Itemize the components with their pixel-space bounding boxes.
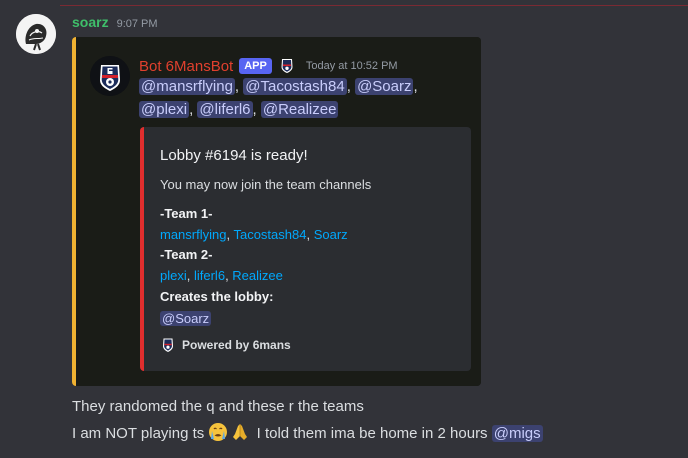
- message-header: soarz 9:07 PM: [72, 14, 158, 34]
- user-mention[interactable]: @Soarz: [355, 78, 414, 95]
- mentions-line-1: @mansrflying, @Tacostash84, @Soarz,: [139, 76, 418, 98]
- bot-message-timestamp[interactable]: Today at 10:52 PM: [306, 60, 398, 72]
- player-link[interactable]: Tacostash84: [233, 227, 306, 242]
- separator: ,: [346, 78, 351, 95]
- bot-avatar[interactable]: [90, 56, 130, 96]
- separator: ,: [252, 101, 257, 118]
- player-link[interactable]: plexi: [160, 268, 187, 283]
- bot-name[interactable]: Bot 6MansBot: [139, 58, 233, 75]
- message-text-line-2: I am NOT playing ts I told them ima be h…: [72, 422, 543, 445]
- footer-text: Powered by 6mans: [182, 338, 291, 352]
- user-mention[interactable]: @mansrflying: [139, 78, 235, 95]
- app-badge: APP: [239, 58, 272, 74]
- creator-mention[interactable]: @Soarz: [160, 311, 212, 326]
- message-text-part: I am NOT playing ts: [72, 425, 209, 442]
- team2-players: plexi, liferl6, Realizee: [160, 268, 283, 283]
- user-mention[interactable]: @liferl6: [197, 101, 253, 118]
- six-mans-logo-icon: [90, 56, 130, 96]
- message-text-part: I told them ima be home in 2 hours: [252, 425, 492, 442]
- user-avatar-image: [16, 14, 56, 54]
- user-mention[interactable]: @Tacostash84: [243, 78, 347, 95]
- player-link[interactable]: Realizee: [232, 268, 283, 283]
- player-link[interactable]: liferl6: [194, 268, 225, 283]
- folded-hands-icon[interactable]: [230, 422, 250, 442]
- six-mans-badge-icon: [281, 59, 293, 73]
- mentions-line-2: @plexi, @liferl6, @Realizee: [139, 99, 339, 121]
- user-avatar[interactable]: [16, 14, 56, 54]
- player-link[interactable]: Soarz: [314, 227, 348, 242]
- team1-players: mansrflying, Tacostash84, Soarz: [160, 227, 348, 242]
- forwarded-message[interactable]: Bot 6MansBot APP Today at 10:52 PM @mans…: [72, 37, 481, 386]
- team2-label: -Team 2-: [160, 247, 213, 262]
- user-mention[interactable]: @migs: [491, 425, 543, 442]
- lobby-embed: Lobby #6194 is ready! You may now join t…: [140, 127, 471, 371]
- separator: ,: [189, 101, 194, 118]
- embed-content: Lobby #6194 is ready! You may now join t…: [160, 127, 461, 371]
- embed-accent-bar: [140, 127, 144, 371]
- separator: ,: [234, 78, 240, 95]
- crying-face-icon[interactable]: [208, 422, 228, 442]
- separator: ,: [413, 78, 418, 95]
- forward-body: Bot 6MansBot APP Today at 10:52 PM @mans…: [76, 37, 481, 386]
- author-name[interactable]: soarz: [72, 14, 109, 30]
- message-timestamp[interactable]: 9:07 PM: [117, 18, 158, 30]
- creator-line: @Soarz: [160, 310, 212, 328]
- embed-footer: Powered by 6mans: [160, 337, 291, 353]
- embed-title: Lobby #6194 is ready!: [160, 147, 308, 164]
- message-text-line-1: They randomed the q and these r the team…: [72, 398, 364, 415]
- new-messages-divider: [60, 5, 688, 6]
- chat-view: soarz 9:07 PM Bot 6MansBot APP Today at …: [0, 0, 688, 458]
- six-mans-footer-icon: [163, 338, 173, 352]
- team1-label: -Team 1-: [160, 206, 213, 221]
- player-link[interactable]: mansrflying: [160, 227, 226, 242]
- creator-label: Creates the lobby:: [160, 289, 274, 304]
- user-mention[interactable]: @plexi: [139, 101, 190, 118]
- embed-description: You may now join the team channels: [160, 177, 372, 192]
- user-mention[interactable]: @Realizee: [260, 101, 339, 118]
- bot-message-header: Bot 6MansBot APP Today at 10:52 PM: [139, 56, 398, 76]
